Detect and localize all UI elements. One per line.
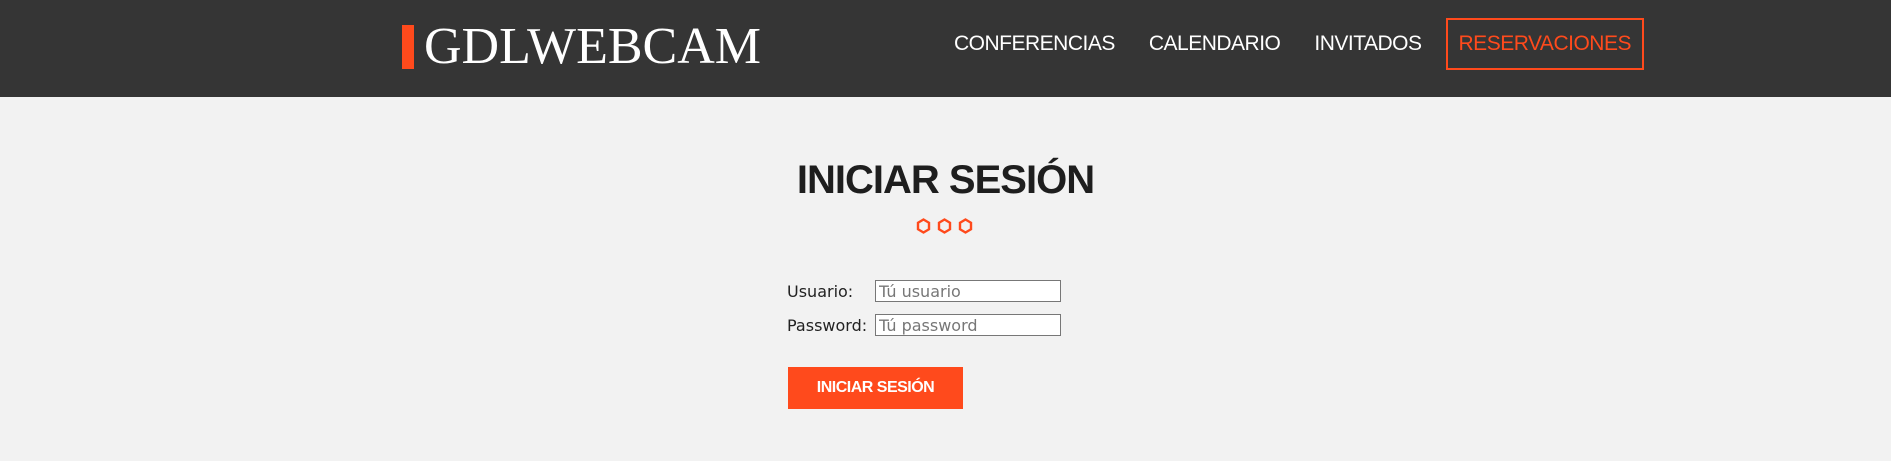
- main-nav: CONFERENCIAS CALENDARIO INVITADOS RESERV…: [937, 18, 1644, 70]
- title-decoration: [916, 218, 979, 234]
- logo-text: GDLWEBCAM: [424, 18, 762, 75]
- nav-conferencias[interactable]: CONFERENCIAS: [937, 18, 1132, 70]
- nav-calendario[interactable]: CALENDARIO: [1132, 18, 1298, 70]
- username-row: Usuario:: [787, 279, 1061, 303]
- password-row: Password:: [787, 313, 1061, 337]
- logo-accent-bar: [402, 25, 414, 69]
- nav-invitados[interactable]: INVITADOS: [1297, 18, 1438, 70]
- username-label: Usuario:: [787, 281, 854, 301]
- username-input[interactable]: [875, 280, 1061, 302]
- nav-reservaciones[interactable]: RESERVACIONES: [1445, 18, 1644, 70]
- hexagon-icon: [916, 218, 931, 234]
- site-header: GDLWEBCAM CONFERENCIAS CALENDARIO INVITA…: [0, 0, 1891, 97]
- login-button[interactable]: INICIAR SESIÓN: [788, 367, 963, 409]
- hexagon-icon: [958, 218, 973, 234]
- hexagon-icon: [937, 218, 952, 234]
- site-logo[interactable]: GDLWEBCAM: [402, 18, 762, 75]
- page-title: INICIAR SESIÓN: [796, 158, 1095, 202]
- password-input[interactable]: [875, 314, 1061, 336]
- password-label: Password:: [787, 315, 868, 335]
